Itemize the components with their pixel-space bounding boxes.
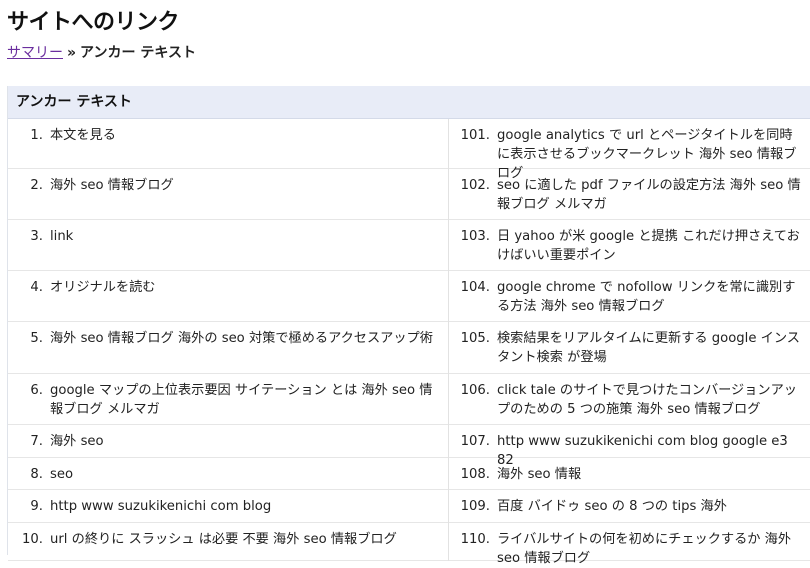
anchor-text-section: アンカー テキスト 1. 本文を見る 2. 海外 seo 情報ブログ 3. link 4. オ… <box>7 86 810 566</box>
item-number: 102. <box>460 178 490 193</box>
list-item: 101. google analytics で url とページタイトルを同時に表… <box>449 119 810 181</box>
anchor-text: 検索結果をリアルタイムに更新する google インスタント検索 が登場 <box>497 331 800 365</box>
list-item: 104. google chrome で nofollow リンクを常に識別する方… <box>449 271 810 322</box>
list-item: 3. link <box>8 220 448 271</box>
anchor-text: click tale のサイトで見つけたコンバージョンアップのための 5 つの施… <box>497 383 797 417</box>
anchor-text: 海外 seo 情報 <box>497 467 582 482</box>
list-item: 2. 海外 seo 情報ブログ <box>8 169 448 220</box>
list-item: 7. 海外 seo <box>8 425 448 458</box>
anchor-text: ライバルサイトの何を初めにチェックするか 海外 seo 情報ブログ <box>497 532 792 566</box>
item-number: 6. <box>30 383 43 398</box>
item-number: 4. <box>30 280 43 295</box>
right-column: 101. google analytics で url とページタイトルを同時に表… <box>448 119 810 566</box>
anchor-text: link <box>50 229 74 244</box>
item-number: 8. <box>30 467 43 482</box>
anchor-text: seo に適した pdf ファイルの設定方法 海外 seo 情報ブログ メルマガ <box>497 178 801 212</box>
item-number: 1. <box>30 128 43 143</box>
anchor-text: google マップの上位表示要因 サイテーション とは 海外 seo 情報ブロ… <box>50 383 433 417</box>
list-item: 110. ライバルサイトの何を初めにチェックするか 海外 seo 情報ブログ <box>449 523 810 566</box>
list-item: 102. seo に適した pdf ファイルの設定方法 海外 seo 情報ブログ … <box>449 169 810 220</box>
anchor-text: 海外 seo <box>50 434 104 449</box>
breadcrumb-current: アンカー テキスト <box>80 45 196 61</box>
item-number: 9. <box>30 499 43 514</box>
breadcrumb-separator: » <box>67 45 77 61</box>
anchor-text: url の終りに スラッシュ は必要 不要 海外 seo 情報ブログ <box>50 532 397 547</box>
list-item: 106. click tale のサイトで見つけたコンバージョンアップのための 5… <box>449 374 810 425</box>
anchor-text: http www suzukikenichi com blog <box>50 499 272 514</box>
anchor-text: 日 yahoo が米 google と提携 これだけ押さえておけばいい重要ポイン <box>497 229 800 263</box>
item-number: 101. <box>460 128 490 143</box>
list-item: 105. 検索結果をリアルタイムに更新する google インスタント検索 が登場 <box>449 322 810 374</box>
anchor-text: http www suzukikenichi com blog google e… <box>497 434 788 468</box>
item-number: 105. <box>460 331 490 346</box>
anchor-text: seo <box>50 467 74 482</box>
list-item: 103. 日 yahoo が米 google と提携 これだけ押さえておけばいい重… <box>449 220 810 271</box>
list-item: 8. seo <box>8 458 448 490</box>
anchor-text: 海外 seo 情報ブログ <box>50 178 174 193</box>
list-item: 10. url の終りに スラッシュ は必要 不要 海外 seo 情報ブログ <box>8 523 448 561</box>
list-item: 1. 本文を見る <box>8 119 448 169</box>
list-item: 4. オリジナルを読む <box>8 271 448 322</box>
item-number: 7. <box>30 434 43 449</box>
anchor-text: 百度 バイドゥ seo の 8 つの tips 海外 <box>497 499 727 514</box>
anchor-text: 海外 seo 情報ブログ 海外の seo 対策で極めるアクセスアップ術 <box>50 331 433 346</box>
item-number: 2. <box>30 178 43 193</box>
list-item: 5. 海外 seo 情報ブログ 海外の seo 対策で極めるアクセスアップ術 <box>8 322 448 374</box>
item-number: 5. <box>30 331 43 346</box>
breadcrumb-summary-link[interactable]: サマリー <box>7 45 63 61</box>
item-number: 104. <box>460 280 490 295</box>
list-item: 6. google マップの上位表示要因 サイテーション とは 海外 seo 情報… <box>8 374 448 425</box>
list-item: 9. http www suzukikenichi com blog <box>8 490 448 523</box>
item-number: 103. <box>460 229 490 244</box>
section-header: アンカー テキスト <box>8 86 810 119</box>
page-title: サイトへのリンク <box>7 10 180 35</box>
item-number: 106. <box>460 383 490 398</box>
item-number: 3. <box>30 229 43 244</box>
breadcrumb: サマリー» アンカー テキスト <box>7 42 196 62</box>
anchor-text-columns: 1. 本文を見る 2. 海外 seo 情報ブログ 3. link 4. オリジナルを読む 5. 海… <box>8 119 810 566</box>
item-number: 108. <box>460 467 490 482</box>
item-number: 107. <box>460 434 490 449</box>
list-item: 107. http www suzukikenichi com blog goog… <box>449 425 810 468</box>
item-number: 110. <box>460 532 490 547</box>
item-number: 109. <box>460 499 490 514</box>
anchor-text: オリジナルを読む <box>50 280 156 295</box>
item-number: 10. <box>22 532 43 547</box>
anchor-text: 本文を見る <box>50 128 116 143</box>
list-item: 109. 百度 バイドゥ seo の 8 つの tips 海外 <box>449 490 810 523</box>
anchor-text: google chrome で nofollow リンクを常に識別する方法 海外… <box>497 280 796 314</box>
left-column: 1. 本文を見る 2. 海外 seo 情報ブログ 3. link 4. オリジナルを読む 5. 海… <box>8 119 448 561</box>
anchor-text: google analytics で url とページタイトルを同時に表示させる… <box>497 128 797 181</box>
